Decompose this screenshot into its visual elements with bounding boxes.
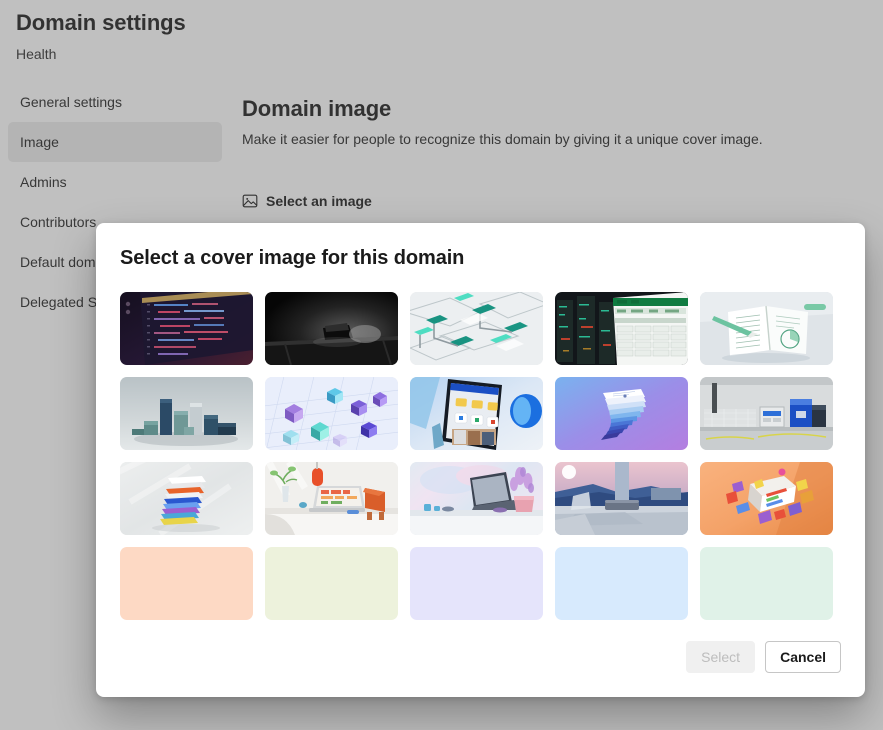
thumbnail-grey-teal-cubes[interactable] xyxy=(120,377,253,450)
thumbnail-laptop-dark-desk[interactable] xyxy=(265,292,398,365)
cover-image-dialog: Select a cover image for this domain Sel… xyxy=(96,223,865,697)
thumbnail-solid-peach[interactable] xyxy=(120,547,253,620)
thumbnail-solid-lavender[interactable] xyxy=(410,547,543,620)
thumbnail-server-room-green[interactable] xyxy=(555,292,688,365)
thumbnail-tablet-app-blue[interactable] xyxy=(410,377,543,450)
thumbnail-abstract-teal-blocks[interactable] xyxy=(410,292,543,365)
thumbnail-office-printer-blue[interactable] xyxy=(700,377,833,450)
thumbnail-solid-mint[interactable] xyxy=(700,547,833,620)
select-button[interactable]: Select xyxy=(686,641,756,673)
cancel-button[interactable]: Cancel xyxy=(765,641,841,673)
thumbnail-glass-cubes-purple[interactable] xyxy=(265,377,398,450)
thumbnail-code-editor-dark[interactable] xyxy=(120,292,253,365)
thumbnail-desk-laptop-orange[interactable] xyxy=(265,462,398,535)
dialog-footer: Select Cancel xyxy=(120,641,841,697)
thumbnail-solid-light-blue[interactable] xyxy=(555,547,688,620)
thumbnail-laptop-lavender[interactable] xyxy=(410,462,543,535)
thumbnail-paper-stack-color[interactable] xyxy=(120,462,253,535)
dialog-title: Select a cover image for this domain xyxy=(120,247,465,269)
cover-image-grid xyxy=(120,292,841,620)
thumbnail-solid-light-lime[interactable] xyxy=(265,547,398,620)
thumbnail-stacked-cards-violet[interactable] xyxy=(555,377,688,450)
thumbnail-app-tiles-orange[interactable] xyxy=(700,462,833,535)
thumbnail-open-notebook-green[interactable] xyxy=(700,292,833,365)
thumbnail-lounge-sunset-blue[interactable] xyxy=(555,462,688,535)
